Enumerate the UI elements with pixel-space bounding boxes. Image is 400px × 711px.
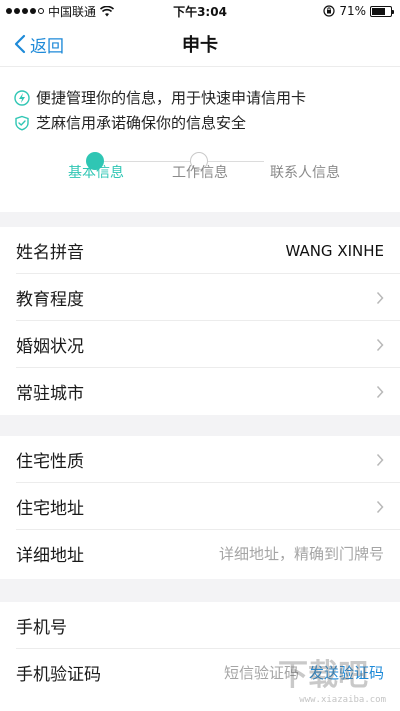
- orientation-lock-icon: [323, 5, 335, 17]
- form-group-personal: 姓名拼音 WANG XINHE 教育程度 婚姻状况 常驻城市: [0, 227, 400, 415]
- name-pinyin-value: WANG XINHE: [285, 241, 384, 260]
- field-label: 姓名拼音: [16, 243, 84, 263]
- watermark-url: www.xiazaiba.com: [299, 695, 386, 705]
- step-label-contacts: 联系人信息: [270, 165, 340, 181]
- form-row-phone-number[interactable]: 手机号: [0, 602, 400, 649]
- form-row-detailed-address[interactable]: 详细地址 详细地址，精确到门牌号: [0, 530, 400, 577]
- form-row-resident-city[interactable]: 常驻城市: [0, 368, 400, 415]
- info-text-convenience: 便捷管理你的信息，用于快速申请信用卡: [36, 89, 307, 107]
- form-row-residence-type[interactable]: 住宅性质: [0, 436, 400, 483]
- chevron-right-icon: [376, 500, 384, 513]
- status-bar-left: 中国联通: [6, 3, 115, 20]
- svg-text:下载吧: 下载吧: [278, 658, 368, 693]
- form-group-residence: 住宅性质 住宅地址 详细地址 详细地址，精确到门牌号: [0, 436, 400, 579]
- status-bar-right: 71%: [323, 4, 394, 18]
- chevron-left-icon: [14, 34, 26, 54]
- field-label: 手机验证码: [16, 665, 101, 685]
- status-time: 下午3:04: [173, 4, 227, 19]
- detailed-address-input[interactable]: 详细地址，精确到门牌号: [219, 543, 384, 564]
- back-button[interactable]: 返回: [14, 22, 64, 66]
- field-label: 手机号: [16, 618, 67, 638]
- info-line-security: 芝麻信用承诺确保你的信息安全: [14, 112, 246, 133]
- step-label-work: 工作信息: [172, 165, 228, 181]
- info-text-security: 芝麻信用承诺确保你的信息安全: [36, 114, 247, 132]
- step-label-basic: 基本信息: [68, 165, 124, 181]
- page-title: 申卡: [182, 35, 218, 56]
- chevron-right-icon: [376, 338, 384, 351]
- signal-strength-icon: [6, 8, 44, 14]
- field-label: 住宅性质: [16, 452, 84, 472]
- battery-percent: 71%: [339, 4, 366, 18]
- chevron-right-icon: [376, 291, 384, 304]
- chevron-right-icon: [376, 385, 384, 398]
- watermark-graphic: 下载吧: [278, 658, 368, 693]
- info-header: 便捷管理你的信息，用于快速申请信用卡 芝麻信用承诺确保你的信息安全 基本信息 工…: [0, 66, 400, 212]
- battery-icon: [370, 5, 394, 17]
- field-label: 住宅地址: [16, 499, 84, 519]
- form-row-marital-status[interactable]: 婚姻状况: [0, 321, 400, 368]
- navigation-bar: 返回 申卡: [0, 22, 400, 66]
- shield-check-icon: [15, 115, 29, 131]
- chevron-right-icon: [376, 453, 384, 466]
- carrier-label: 中国联通: [48, 4, 97, 19]
- form-row-residence-address[interactable]: 住宅地址: [0, 483, 400, 530]
- status-bar: 中国联通 下午3:04 71%: [0, 0, 400, 22]
- battery-level-fill: [372, 7, 385, 15]
- lightning-icon: [14, 89, 30, 106]
- watermark-logo: 下载吧 www.xiazaiba.com: [274, 653, 394, 705]
- field-label: 教育程度: [16, 290, 84, 310]
- form-row-name-pinyin[interactable]: 姓名拼音 WANG XINHE: [0, 227, 400, 274]
- info-line-convenience: 便捷管理你的信息，用于快速申请信用卡: [14, 87, 306, 108]
- field-label: 常驻城市: [16, 384, 84, 404]
- back-button-label: 返回: [30, 36, 64, 57]
- form-row-education[interactable]: 教育程度: [0, 274, 400, 321]
- wifi-icon: [100, 5, 115, 16]
- field-label: 婚姻状况: [16, 337, 84, 357]
- field-label: 详细地址: [16, 546, 84, 566]
